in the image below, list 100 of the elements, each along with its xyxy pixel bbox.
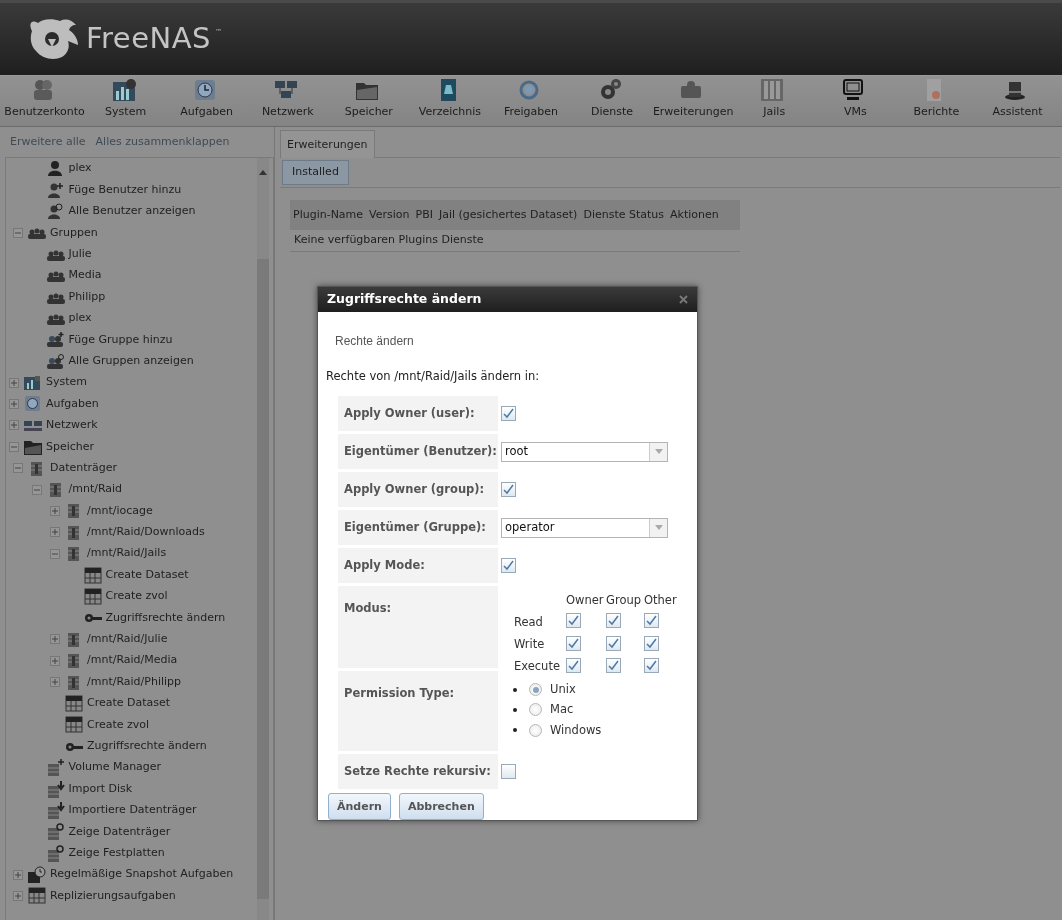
tree-item[interactable]: plex — [68, 310, 92, 327]
tree-item[interactable]: /mnt/Raid/Philipp — [87, 673, 182, 691]
toolbar-button[interactable]: Aufgaben — [166, 76, 248, 126]
toggle-expand-icon[interactable] — [13, 890, 23, 901]
tree-item[interactable]: Julie — [68, 246, 92, 263]
option-label: Mac — [550, 701, 574, 719]
toggle-expand-icon[interactable] — [50, 505, 60, 516]
toggle-expand-icon[interactable] — [9, 420, 19, 431]
toolbar-button[interactable]: Freigaben — [490, 76, 572, 126]
tree-item[interactable]: Aufgaben — [46, 395, 99, 413]
radio-button[interactable] — [529, 683, 542, 697]
toolbar-button[interactable]: Speicher — [328, 76, 410, 126]
tree-item[interactable]: Füge Benutzer hinzu — [68, 181, 182, 199]
tree-item[interactable]: Importiere Datenträger — [68, 802, 197, 819]
dialog-button[interactable]: Ändern — [328, 793, 391, 820]
toolbar-button[interactable]: Jails — [733, 76, 815, 126]
tree-item[interactable]: plex — [68, 160, 92, 177]
toolbar-button[interactable]: Benutzerkonto — [4, 76, 86, 126]
tree-item[interactable]: /mnt/Raid — [68, 481, 123, 498]
tree-item[interactable]: Create Dataset — [87, 695, 171, 712]
checkbox[interactable] — [501, 764, 516, 779]
tree-item[interactable]: Zugriffsrechte ändern — [105, 609, 226, 627]
select-field[interactable]: operator — [501, 517, 668, 538]
sidebar-link[interactable]: Alles zusammenklappen — [95, 133, 230, 151]
toggle-expand-icon[interactable] — [50, 634, 60, 645]
toolbar-button[interactable]: System — [85, 76, 167, 126]
toggle-collapse-icon[interactable] — [50, 548, 60, 559]
chart-icon — [24, 374, 42, 392]
toolbar-button[interactable]: Dienste — [571, 76, 653, 126]
checkbox[interactable] — [606, 613, 621, 629]
logo-text: FreeNAS — [86, 20, 211, 58]
checkbox[interactable] — [644, 657, 659, 673]
tree-item[interactable]: Zeige Festplatten — [68, 844, 165, 862]
checkbox[interactable] — [566, 635, 581, 651]
tab[interactable]: Erweiterungen — [280, 130, 375, 158]
toggle-expand-icon[interactable] — [50, 655, 60, 666]
sidebar-link[interactable]: Erweitere alle — [10, 133, 86, 151]
checkbox[interactable] — [501, 406, 516, 421]
tree-item[interactable]: Replizierungsaufgaben — [50, 887, 176, 905]
checkbox[interactable] — [606, 635, 621, 651]
column-label: Owner — [566, 592, 605, 609]
tree-item[interactable]: Regelmäßige Snapshot Aufgaben — [50, 866, 234, 883]
tree-item[interactable]: /mnt/Raid/Jails — [87, 545, 167, 562]
tree-item[interactable]: System — [46, 374, 88, 391]
dialog-button[interactable]: Abbrechen — [398, 793, 484, 820]
tree-item[interactable]: Speicher — [46, 438, 95, 455]
toggle-collapse-icon[interactable] — [9, 441, 19, 452]
tree-item[interactable]: Netzwerk — [46, 417, 98, 434]
tree-item[interactable]: Create Dataset — [105, 566, 189, 584]
tree-item[interactable]: Create zvol — [87, 716, 150, 734]
tree-item[interactable]: Volume Manager — [68, 759, 162, 776]
toolbar-button[interactable]: VMs — [814, 76, 896, 126]
checkbox[interactable] — [501, 558, 516, 573]
checkbox[interactable] — [644, 613, 659, 629]
close-icon[interactable] — [679, 294, 688, 304]
toggle-expand-icon[interactable] — [13, 869, 23, 880]
radio-button[interactable] — [529, 703, 542, 717]
toolbar-button[interactable]: Erweiterungen — [652, 76, 734, 126]
subtab-button[interactable]: Installed — [282, 160, 349, 185]
tree-item[interactable]: Media — [68, 267, 102, 284]
checkbox[interactable] — [606, 657, 621, 673]
tree-item[interactable]: Zugriffsrechte ändern — [87, 738, 207, 755]
tree-item[interactable]: Zeige Datenträger — [68, 823, 171, 841]
tree-item[interactable]: /mnt/Raid/Media — [87, 652, 178, 669]
toolbar-button[interactable]: Assistent — [976, 76, 1058, 126]
tree-item[interactable]: /mnt/Raid/Downloads — [87, 524, 205, 541]
toggle-expand-icon[interactable] — [50, 527, 60, 538]
toggle-collapse-icon[interactable] — [31, 484, 42, 495]
gears-icon — [598, 78, 623, 102]
toggle-collapse-icon[interactable] — [13, 227, 23, 238]
checkbox[interactable] — [644, 635, 659, 651]
toggle-expand-icon[interactable] — [9, 377, 19, 388]
tree-item[interactable]: Alle Benutzer anzeigen — [68, 203, 196, 220]
scroll-up-icon[interactable] — [259, 170, 267, 175]
tree-item[interactable]: Import Disk — [68, 780, 133, 798]
tree-item[interactable]: Datenträger — [50, 459, 118, 477]
add-group-icon — [46, 331, 65, 349]
tree-item[interactable]: Gruppen — [50, 224, 98, 242]
tree-item[interactable]: /mnt/iocage — [87, 502, 153, 520]
tree-item[interactable]: Philipp — [68, 288, 106, 306]
toolbar-button[interactable]: Berichte — [895, 76, 977, 126]
tree-item[interactable]: /mnt/Raid/Julie — [87, 631, 168, 648]
table-icon — [83, 566, 102, 584]
toolbar-button[interactable]: Verzeichnis — [409, 76, 491, 126]
tree-item[interactable]: Füge Gruppe hinzu — [68, 331, 173, 349]
toolbar-button[interactable]: Netzwerk — [247, 76, 329, 126]
checkbox[interactable] — [501, 482, 516, 497]
tree-item[interactable]: Alle Gruppen anzeigen — [68, 352, 194, 370]
import-disk-icon — [46, 780, 65, 798]
tree-item[interactable]: Create zvol — [105, 588, 168, 605]
toggle-expand-icon[interactable] — [50, 677, 60, 688]
empty-message: Keine verfügbaren Plugins Dienste — [290, 230, 740, 252]
radio-button[interactable] — [529, 723, 542, 737]
select-field[interactable]: root — [501, 441, 668, 462]
toggle-collapse-icon[interactable] — [13, 463, 23, 474]
option-label: Unix — [550, 681, 576, 698]
intro-text: Rechte von /mnt/Raid/Jails ändern in: — [326, 369, 540, 384]
checkbox[interactable] — [566, 657, 581, 673]
checkbox[interactable] — [566, 613, 581, 629]
toggle-expand-icon[interactable] — [9, 399, 19, 409]
